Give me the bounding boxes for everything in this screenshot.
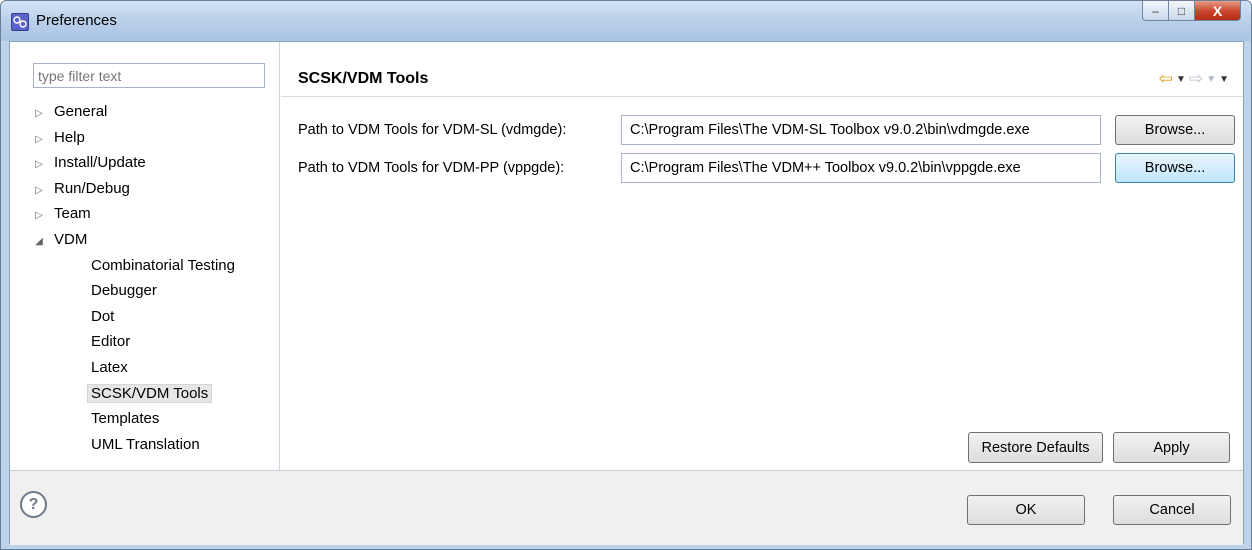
tree-item-run-debug[interactable]: ▷ Run/Debug [32, 176, 272, 202]
back-dropdown-icon[interactable]: ▼ [1176, 74, 1186, 85]
vdmsl-path-input[interactable]: C:\Program Files\The VDM-SL Toolbox v9.0… [621, 115, 1101, 145]
tree-item-general[interactable]: ▷ General [32, 99, 272, 125]
filter-input[interactable] [33, 63, 265, 88]
maximize-button[interactable]: □ [1169, 1, 1195, 21]
tree-item-label: VDM [54, 230, 88, 248]
tree-item-uml-translation[interactable]: UML Translation [32, 432, 272, 458]
forward-dropdown-icon[interactable]: ▼ [1206, 74, 1216, 85]
forward-arrow-icon[interactable]: ⇨ [1189, 69, 1203, 89]
minimize-icon: ‒ [1152, 3, 1159, 18]
collapse-twisty-icon[interactable]: ◢ [32, 229, 46, 255]
tree-item-help[interactable]: ▷ Help [32, 125, 272, 151]
apply-button[interactable]: Apply [1113, 432, 1230, 463]
tree-item-label: Latex [91, 358, 128, 376]
ok-button[interactable]: OK [967, 495, 1085, 525]
preferences-app-icon [11, 13, 29, 31]
tree-item-label: Templates [91, 410, 160, 428]
vdmpp-path-row: Path to VDM Tools for VDM-PP (vppgde): C… [298, 153, 1243, 183]
tree-item-install-update[interactable]: ▷ Install/Update [32, 150, 272, 176]
view-menu-icon[interactable]: ▼ [1219, 74, 1229, 85]
preferences-tree: ▷ General ▷ Help ▷ Install/Update ▷ Run/Debu… [32, 99, 272, 457]
preferences-sidebar: ▷ General ▷ Help ▷ Install/Update ▷ Run/Debu… [10, 42, 280, 470]
tree-item-dot[interactable]: Dot [32, 304, 272, 330]
tree-item-templates[interactable]: Templates [32, 406, 272, 432]
vdmpp-path-label: Path to VDM Tools for VDM-PP (vppgde): [298, 160, 565, 176]
window-title: Preferences [36, 12, 117, 29]
vdmpp-browse-button[interactable]: Browse... [1115, 153, 1235, 183]
tree-item-label: Help [54, 128, 85, 146]
expand-twisty-icon[interactable]: ▷ [32, 178, 46, 204]
page-title: SCSK/VDM Tools [298, 70, 429, 87]
title-bar[interactable]: Preferences ‒ □ X [1, 1, 1251, 41]
page-header: SCSK/VDM Tools ⇦ ▼ ⇨ ▼ ▼ [281, 42, 1243, 97]
page-navigation: ⇦ ▼ ⇨ ▼ ▼ [1159, 69, 1229, 89]
tree-item-label: Run/Debug [54, 179, 130, 197]
maximize-icon: □ [1177, 3, 1186, 18]
tree-item-label: Dot [91, 307, 115, 325]
minimize-button[interactable]: ‒ [1142, 1, 1169, 21]
tree-item-editor[interactable]: Editor [32, 329, 272, 355]
vdmsl-path-label: Path to VDM Tools for VDM-SL (vdmgde): [298, 122, 567, 138]
preference-page: SCSK/VDM Tools ⇦ ▼ ⇨ ▼ ▼ Path to VDM Too… [281, 42, 1243, 470]
expand-twisty-icon[interactable]: ▷ [32, 203, 46, 229]
expand-twisty-icon[interactable]: ▷ [32, 127, 46, 153]
tree-item-debugger[interactable]: Debugger [32, 278, 272, 304]
tree-item-label: Team [54, 205, 91, 223]
tree-item-scsk-vdm-tools[interactable]: SCSK/VDM Tools [32, 381, 272, 407]
tree-item-team[interactable]: ▷ Team [32, 201, 272, 227]
vdmpp-path-input[interactable]: C:\Program Files\The VDM++ Toolbox v9.0.… [621, 153, 1101, 183]
window-controls: ‒ □ X [1142, 1, 1241, 23]
vdmsl-path-row: Path to VDM Tools for VDM-SL (vdmgde): C… [298, 115, 1243, 145]
vdmsl-browse-button[interactable]: Browse... [1115, 115, 1235, 145]
dialog-button-bar: ? OK Cancel [10, 470, 1243, 545]
tree-item-label: SCSK/VDM Tools [87, 383, 213, 403]
expand-twisty-icon[interactable]: ▷ [32, 101, 46, 127]
tree-item-label: General [54, 103, 108, 120]
cancel-button[interactable]: Cancel [1113, 495, 1231, 525]
tree-item-latex[interactable]: Latex [32, 355, 272, 381]
tree-item-label: Install/Update [54, 154, 146, 172]
tree-item-label: Editor [91, 333, 131, 351]
back-arrow-icon[interactable]: ⇦ [1159, 69, 1173, 89]
preferences-window: Preferences ‒ □ X ▷ General ▷ Help ▷ Instal… [0, 0, 1252, 550]
help-icon[interactable]: ? [20, 491, 47, 518]
tree-item-label: Combinatorial Testing [91, 256, 235, 274]
tree-item-vdm[interactable]: ◢ VDM [32, 227, 272, 253]
close-button[interactable]: X [1195, 1, 1241, 21]
tree-item-label: Debugger [91, 282, 157, 300]
dialog-body: ▷ General ▷ Help ▷ Install/Update ▷ Run/Debu… [9, 41, 1244, 545]
restore-defaults-button[interactable]: Restore Defaults [968, 432, 1103, 463]
expand-twisty-icon[interactable]: ▷ [32, 152, 46, 178]
tree-item-label: UML Translation [91, 435, 200, 453]
close-icon: X [1212, 2, 1223, 19]
tree-item-combinatorial-testing[interactable]: Combinatorial Testing [32, 253, 272, 279]
